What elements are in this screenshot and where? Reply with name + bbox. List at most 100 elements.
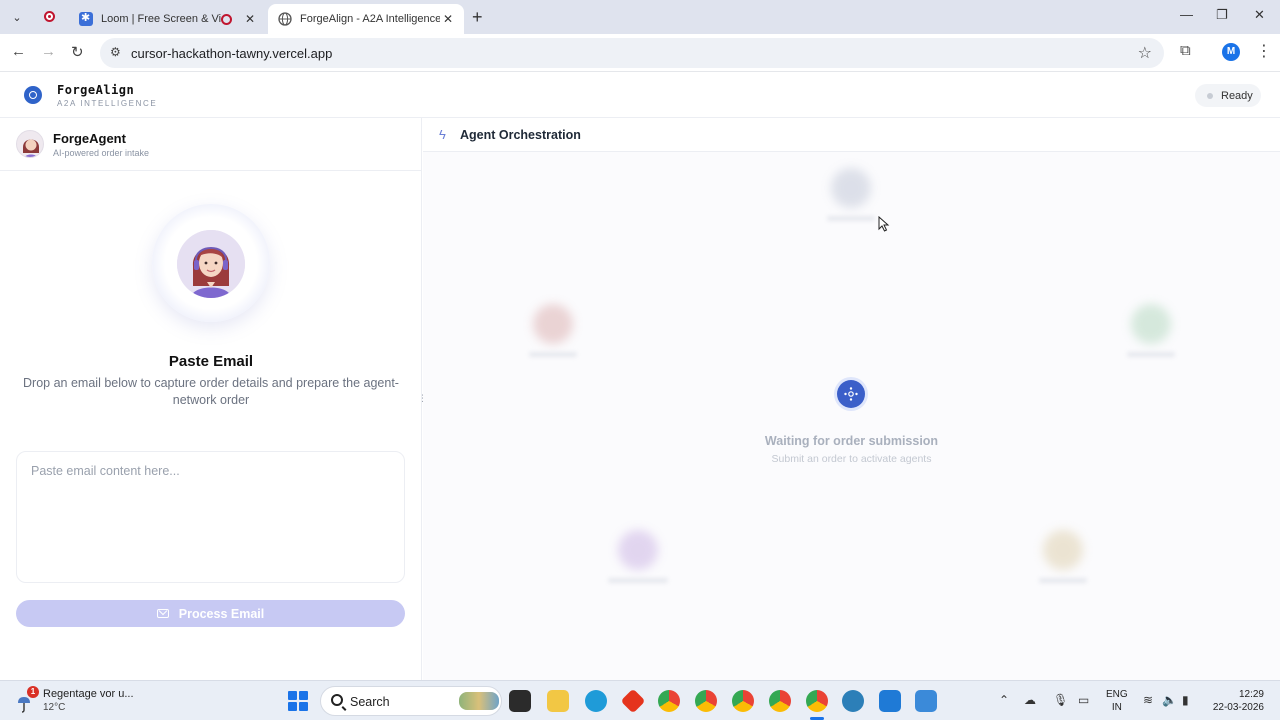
orchestrator-hub-icon <box>837 380 865 408</box>
orchestration-header: ϟ Agent Orchestration <box>423 118 1280 152</box>
inactive-agent-node <box>831 168 871 208</box>
forgealign-logo[interactable] <box>24 86 42 104</box>
notification-badge: 1 <box>27 686 39 698</box>
battery-icon[interactable]: ▮ <box>1182 693 1189 707</box>
status-badge: Ready <box>1195 84 1261 107</box>
agent-subtitle: AI-powered order intake <box>53 148 150 158</box>
browser-tabstrip: ⌄ Loom | Free Screen & Video ✕ ForgeAlig… <box>0 0 1280 34</box>
url-text[interactable]: cursor-hackathon-tawny.vercel.app <box>131 46 332 61</box>
chrome-icon[interactable] <box>658 690 680 712</box>
reload-icon[interactable]: ↻ <box>71 43 84 61</box>
app-wave-icon[interactable] <box>842 690 864 712</box>
bookmark-star-icon[interactable]: ☆ <box>1138 43 1152 63</box>
volume-icon[interactable]: 🔈 <box>1162 693 1177 707</box>
task-view-icon[interactable] <box>509 690 531 712</box>
microphone-icon[interactable]: 🎙 <box>1053 693 1068 707</box>
minimize-icon[interactable]: — <box>1180 7 1193 22</box>
inactive-agent-label <box>1127 352 1175 357</box>
agent-header: ForgeAgent AI-powered order intake <box>0 118 422 171</box>
language-code: ENG <box>1106 689 1128 700</box>
paste-email-title: Paste Email <box>168 353 254 370</box>
tray-overflow-icon[interactable]: ⌃ <box>999 693 1009 707</box>
recording-tab-icon[interactable] <box>44 11 55 22</box>
email-content-input[interactable] <box>17 452 404 582</box>
tab-loom[interactable]: Loom | Free Screen & Video ✕ <box>70 4 266 34</box>
status-dot-icon <box>1207 92 1213 99</box>
back-icon[interactable]: ← <box>11 43 26 60</box>
inactive-agent-label <box>529 352 577 357</box>
site-info-icon[interactable]: ⚙ <box>110 45 121 59</box>
display-icon[interactable]: ▭ <box>1078 693 1089 707</box>
email-input-box <box>16 451 405 583</box>
close-tab-icon[interactable]: ✕ <box>242 12 258 26</box>
tab-title: ForgeAlign - A2A Intelligence <box>300 13 440 25</box>
status-text: Ready <box>1221 89 1253 102</box>
search-highlight-image <box>459 692 499 710</box>
inactive-agent-node <box>618 530 658 570</box>
region-code: IN <box>1111 702 1122 713</box>
inactive-agent-node <box>1043 530 1083 570</box>
search-icon <box>331 694 343 706</box>
windows-taskbar: 1 Regentage vor u... 12°C Search ⌃ ☁ 🎙 ▭… <box>0 680 1280 720</box>
orchestration-title: Agent Orchestration <box>460 128 581 142</box>
brand-name: ForgeAlign <box>57 83 135 97</box>
close-tab-icon[interactable]: ✕ <box>440 12 456 26</box>
chrome-profile-icon[interactable] <box>732 690 754 712</box>
waiting-title: Waiting for order submission <box>764 434 939 448</box>
paste-email-description: Drop an email below to capture order det… <box>23 376 399 407</box>
edge-icon[interactable] <box>585 690 607 712</box>
mail-icon <box>156 609 169 618</box>
inactive-agent-label <box>827 216 875 221</box>
lightning-icon: ϟ <box>439 127 446 142</box>
browser-toolbar: ← → ↻ ⚙ cursor-hackathon-tawny.vercel.ap… <box>0 34 1280 72</box>
forward-icon[interactable]: → <box>41 43 56 60</box>
onedrive-icon[interactable]: ☁ <box>1024 693 1036 707</box>
process-email-label: Process Email <box>178 606 265 621</box>
system-clock[interactable]: 12:29 22-03-2026 <box>1208 688 1264 714</box>
chrome-profile-icon[interactable] <box>695 690 717 712</box>
tab-search-chevron-icon[interactable]: ⌄ <box>6 6 28 28</box>
globe-icon <box>278 12 292 26</box>
chrome-active-icon[interactable] <box>806 690 828 712</box>
profile-avatar[interactable]: M <box>1222 43 1240 61</box>
notepad-icon[interactable] <box>915 690 937 712</box>
language-indicator[interactable]: ENG IN <box>1106 688 1128 714</box>
app-header: ForgeAlign A2A INTELLIGENCE Ready <box>0 73 1280 118</box>
chrome-profile-icon[interactable] <box>769 690 791 712</box>
browser-menu-icon[interactable]: ⋮ <box>1256 41 1272 61</box>
address-bar[interactable]: ⚙ cursor-hackathon-tawny.vercel.app ☆ <box>100 38 1164 68</box>
brand-subtitle: A2A INTELLIGENCE <box>57 99 158 108</box>
new-tab-button[interactable]: + <box>472 7 483 28</box>
loom-icon <box>79 11 93 26</box>
close-window-icon[interactable]: ✕ <box>1254 7 1265 23</box>
app-diamond-icon[interactable] <box>620 688 646 714</box>
taskbar-search[interactable]: Search <box>320 686 502 716</box>
inactive-agent-node <box>1131 304 1171 344</box>
mouse-cursor-icon <box>878 216 890 232</box>
vscode-icon[interactable] <box>879 690 901 712</box>
network-icon <box>844 387 858 401</box>
tab-forgealign[interactable]: ForgeAlign - A2A Intelligence ✕ <box>268 4 464 34</box>
search-label: Search <box>350 695 390 709</box>
agent-portrait <box>177 230 245 298</box>
waiting-subtitle: Submit an order to activate agents <box>771 453 932 465</box>
intake-panel: ForgeAgent AI-powered order intake Paste… <box>0 118 427 680</box>
restore-icon[interactable]: ❐ <box>1216 7 1228 23</box>
file-explorer-icon[interactable] <box>547 690 569 712</box>
agent-avatar <box>16 130 44 158</box>
inactive-agent-label <box>608 578 668 583</box>
inactive-agent-label <box>1039 578 1087 583</box>
start-button[interactable] <box>288 691 308 711</box>
clock-date: 22-03-2026 <box>1212 702 1264 713</box>
weather-title[interactable]: Regentage vor u... <box>43 688 134 700</box>
process-email-button[interactable]: Process Email <box>16 600 405 627</box>
wifi-icon[interactable]: ≋ <box>1143 693 1153 707</box>
tab-title: Loom | Free Screen & Video <box>101 13 221 25</box>
orchestration-panel: ϟ Agent Orchestration Waiting for order … <box>423 118 1280 680</box>
extensions-icon[interactable]: ⧉ <box>1180 42 1191 59</box>
weather-temperature: 12°C <box>43 702 66 713</box>
inactive-agent-node <box>533 304 573 344</box>
clock-time: 12:29 <box>1238 689 1264 700</box>
recording-icon <box>221 13 232 25</box>
agent-name: ForgeAgent <box>53 131 126 146</box>
